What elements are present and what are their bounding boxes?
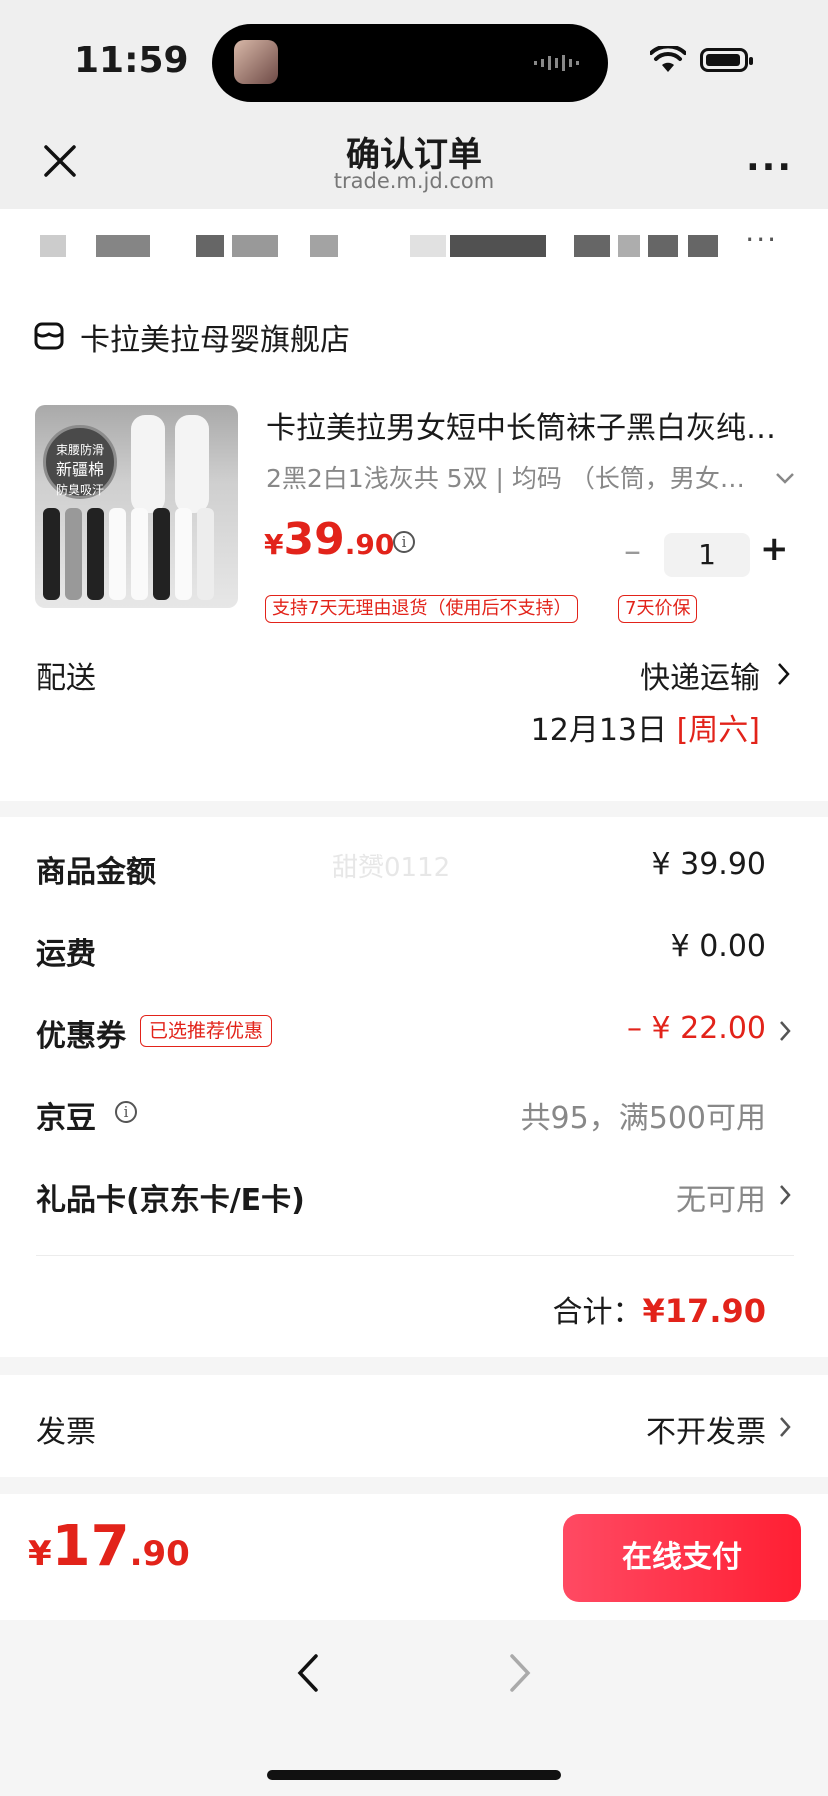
jd-beans-label: 京豆	[36, 1101, 96, 1136]
store-icon	[34, 322, 64, 350]
quantity-increase-button[interactable]: +	[760, 529, 789, 569]
coupon-value[interactable]: – ¥ 22.00	[627, 1011, 766, 1046]
wifi-icon	[650, 46, 686, 72]
product-image-badge: 束腰防滑 新疆棉 防臭吸汗	[43, 425, 117, 499]
gift-card-value[interactable]: 无可用	[676, 1175, 766, 1219]
browser-bottom-bar	[0, 1620, 828, 1796]
product-title[interactable]: 卡拉美拉男女短中长筒袜子黑白灰纯…	[266, 403, 796, 447]
jd-beans-value: 共95，满500可用	[520, 1101, 766, 1136]
divider	[36, 1255, 794, 1256]
price-protect-tag: 7天价保	[618, 595, 698, 623]
status-bar: 11:59	[0, 0, 828, 125]
product-price: ¥39.90	[264, 514, 395, 565]
quantity-decrease-button[interactable]: –	[624, 531, 641, 571]
address-more: ···	[745, 223, 778, 256]
status-time: 11:59	[74, 40, 189, 81]
invoice-value: 不开发票	[646, 1415, 766, 1450]
goods-amount-label: 商品金额	[36, 855, 156, 890]
nav-bar: 确认订单 trade.m.jd.com ···	[0, 125, 828, 209]
price-info-icon[interactable]: i	[393, 531, 415, 553]
shipping-method[interactable]: 快递运输	[640, 653, 760, 697]
audio-wave-icon	[534, 55, 579, 71]
order-item-card: 卡拉美拉母婴旗舰店 束腰防滑 新疆棉 防臭吸汗 卡拉美拉男女短中长筒袜子黑白灰纯…	[0, 281, 828, 801]
product-spec[interactable]: 2黑2白1浅灰共 5双 | 均码 （长筒，男女…	[266, 459, 766, 495]
return-policy-tag: 支持7天无理由退货（使用后不支持）	[265, 595, 579, 623]
shipping-fee-label: 运费	[36, 937, 96, 972]
price-summary-card: 甜赟0112 商品金额 ¥ 39.90 运费 ¥ 0.00 优惠券 已选推荐优惠…	[0, 817, 828, 1357]
chevron-down-icon[interactable]	[774, 467, 796, 489]
invoice-row[interactable]: 发票 不开发票	[0, 1375, 828, 1477]
page-url: trade.m.jd.com	[333, 169, 495, 193]
gift-card-label: 礼品卡(京东卡/E卡)	[36, 1183, 305, 1218]
product-image[interactable]: 束腰防滑 新疆棉 防臭吸汗	[35, 405, 238, 608]
more-icon[interactable]: ···	[746, 147, 793, 188]
goods-amount-value: ¥ 39.90	[651, 847, 766, 882]
chevron-right-icon[interactable]	[778, 1019, 792, 1043]
watermark: 甜赟0112	[332, 853, 451, 883]
jd-beans-info-icon[interactable]: i	[115, 1101, 137, 1123]
quantity-field[interactable]: 1	[664, 533, 750, 577]
pay-online-button[interactable]: 在线支付	[563, 1514, 801, 1602]
address-bar[interactable]: ···	[0, 209, 828, 281]
checkout-bar: ¥17.90 在线支付	[0, 1494, 828, 1620]
home-indicator[interactable]	[267, 1770, 561, 1780]
now-playing-artwork	[234, 40, 278, 84]
shipping-label: 配送	[36, 661, 96, 696]
shipping-fee-value: ¥ 0.00	[670, 929, 766, 964]
shipping-date: 12月13日 [周六]	[530, 713, 760, 748]
store-name[interactable]: 卡拉美拉母婴旗舰店	[80, 315, 350, 359]
payable-amount: ¥17.90	[28, 1514, 190, 1579]
dynamic-island	[212, 24, 608, 102]
invoice-label: 发票	[36, 1415, 96, 1450]
chevron-right-icon[interactable]	[778, 1183, 792, 1207]
coupon-label: 优惠券	[36, 1019, 126, 1054]
order-total: 合计：¥17.90	[552, 1292, 766, 1330]
back-icon[interactable]	[294, 1652, 320, 1694]
chevron-right-icon[interactable]	[778, 1415, 792, 1439]
battery-icon	[700, 48, 753, 72]
chevron-right-icon[interactable]	[776, 661, 792, 687]
coupon-tag: 已选推荐优惠	[140, 1015, 273, 1047]
forward-icon[interactable]	[508, 1652, 534, 1694]
